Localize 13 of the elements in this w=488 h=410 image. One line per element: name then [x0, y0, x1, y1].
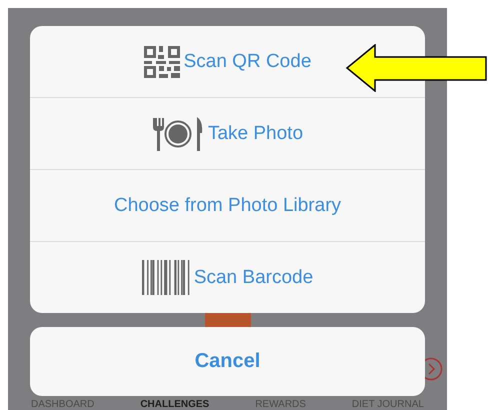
qr-code-icon: [144, 46, 180, 78]
plate-and-cutlery-icon: [152, 116, 204, 152]
barcode-icon: [142, 260, 190, 295]
tab[interactable]: CHALLENGES: [140, 399, 210, 410]
option-label: Scan QR Code: [184, 50, 312, 72]
option-label: Take Photo: [208, 122, 304, 144]
cancel-button[interactable]: Cancel: [30, 327, 425, 396]
sheet-option[interactable]: Scan Barcode: [30, 241, 425, 313]
sheet-option[interactable]: Scan QR Code: [30, 26, 425, 97]
option-label: Scan Barcode: [194, 266, 314, 288]
option-label: Choose from Photo Library: [114, 194, 342, 216]
sheet-option[interactable]: Take Photo: [30, 97, 425, 169]
sheet-option[interactable]: Choose from Photo Library: [30, 169, 425, 241]
